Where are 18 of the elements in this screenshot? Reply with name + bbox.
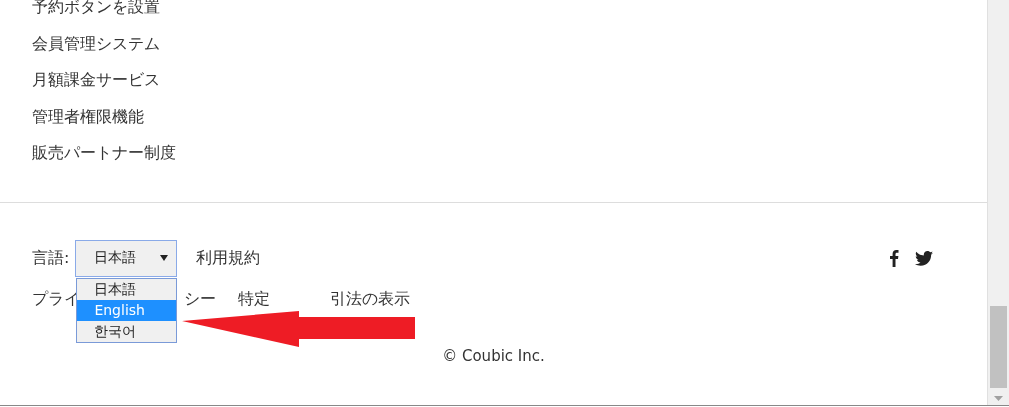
arrow-icon — [182, 311, 416, 347]
feature-link[interactable]: 販売パートナー制度 — [32, 135, 176, 172]
terms-link[interactable]: 利用規約 — [196, 247, 261, 269]
footer-link[interactable]: 引法の表示 — [330, 289, 410, 310]
copyright-text: © Coubic Inc. — [442, 346, 545, 365]
language-select[interactable]: 日本語 — [75, 239, 178, 277]
scrollbar-thumb[interactable] — [990, 306, 1007, 388]
feature-link[interactable]: 月額課金サービス — [32, 62, 160, 99]
facebook-icon[interactable] — [889, 249, 899, 267]
caret-icon — [160, 255, 169, 261]
language-option[interactable]: 日本語 — [77, 278, 177, 300]
footer-link[interactable]: シー — [184, 289, 216, 310]
footer-link[interactable]: 特定 — [238, 289, 270, 310]
bird-icon[interactable] — [915, 250, 933, 266]
feature-link[interactable]: 会員管理システム — [32, 25, 160, 62]
language-label: 言語: — [32, 247, 70, 269]
language-option[interactable]: 한국어 — [77, 320, 177, 342]
feature-link[interactable]: 管理者権限機能 — [32, 98, 144, 135]
